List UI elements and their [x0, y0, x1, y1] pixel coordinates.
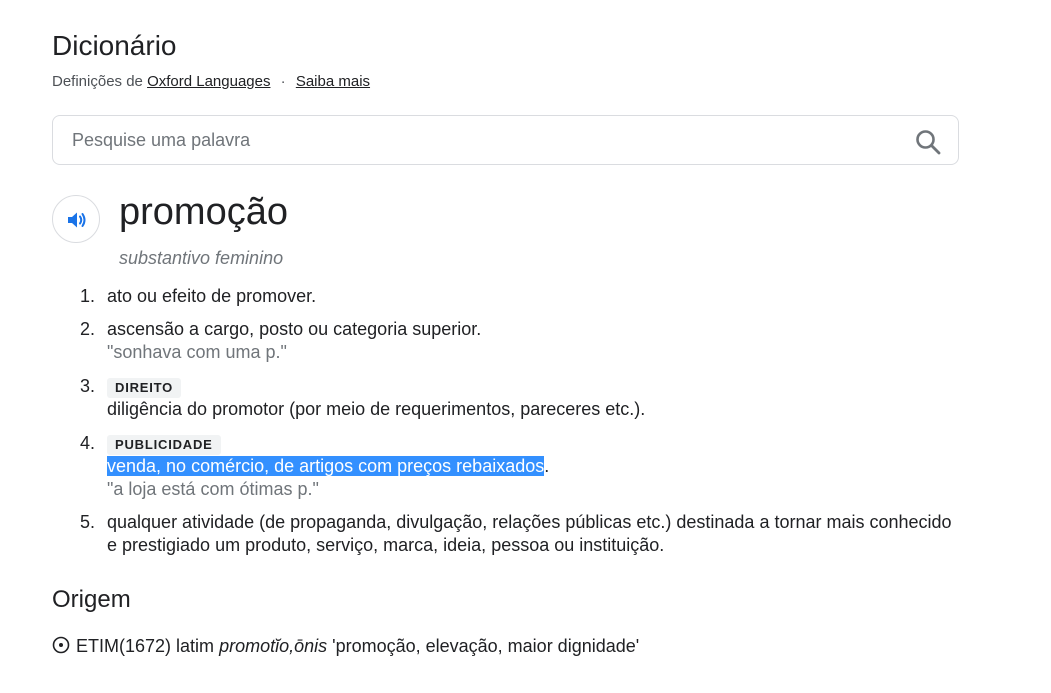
- source-prefix: Definições de: [52, 73, 143, 90]
- definition-number: 5.: [80, 512, 96, 532]
- origin-title: Origem: [52, 586, 131, 613]
- part-of-speech: substantivo feminino: [119, 248, 284, 268]
- dictionary-title: Dicionário: [52, 30, 177, 61]
- definition-number: 3.: [80, 376, 96, 396]
- definition-number: 4.: [80, 433, 96, 453]
- circle-dot-icon: [52, 636, 70, 654]
- definition-text: venda, no comércio, de artigos com preço…: [107, 455, 957, 478]
- etymology-line[interactable]: ETIM(1672) latim promotĭo,ōnis 'promoção…: [52, 634, 639, 658]
- definition-example: "sonhava com uma p.": [107, 342, 287, 362]
- speaker-icon: [68, 212, 86, 228]
- headword: promoção: [119, 191, 288, 233]
- definition-example: "a loja está com ótimas p.": [107, 479, 319, 499]
- search-box: [52, 115, 959, 165]
- domain-label: PUBLICIDADE: [107, 435, 221, 455]
- search-button[interactable]: [914, 128, 942, 156]
- pronunciation-button[interactable]: [52, 195, 100, 243]
- etymology-meaning: 'promoção, elevação, maior dignidade': [332, 636, 640, 656]
- etymology-latin-word: promotĭo,ōnis: [219, 636, 328, 656]
- oxford-languages-link[interactable]: Oxford Languages: [147, 73, 270, 90]
- definition-number: 1.: [80, 286, 96, 306]
- selected-text[interactable]: venda, no comércio, de artigos com preço…: [107, 456, 545, 476]
- search-icon: [916, 130, 941, 155]
- definition-text-end: .: [544, 456, 550, 476]
- definition-text: ato ou efeito de promover.: [107, 286, 317, 306]
- definition-text: ascensão a cargo, posto ou categoria sup…: [107, 319, 482, 339]
- etymology-prefix: ETIM(1672) latim: [76, 636, 215, 656]
- source-line: Definições de Oxford Languages · Saiba m…: [52, 72, 370, 92]
- learn-more-link[interactable]: Saiba mais: [296, 73, 370, 90]
- definition-number: 2.: [80, 319, 96, 339]
- definition-text: qualquer atividade (de propaganda, divul…: [107, 512, 952, 555]
- separator: ·: [280, 73, 286, 90]
- domain-label: DIREITO: [107, 378, 182, 398]
- definition-text: diligência do promotor (por meio de requ…: [107, 399, 646, 419]
- search-input[interactable]: [72, 116, 892, 164]
